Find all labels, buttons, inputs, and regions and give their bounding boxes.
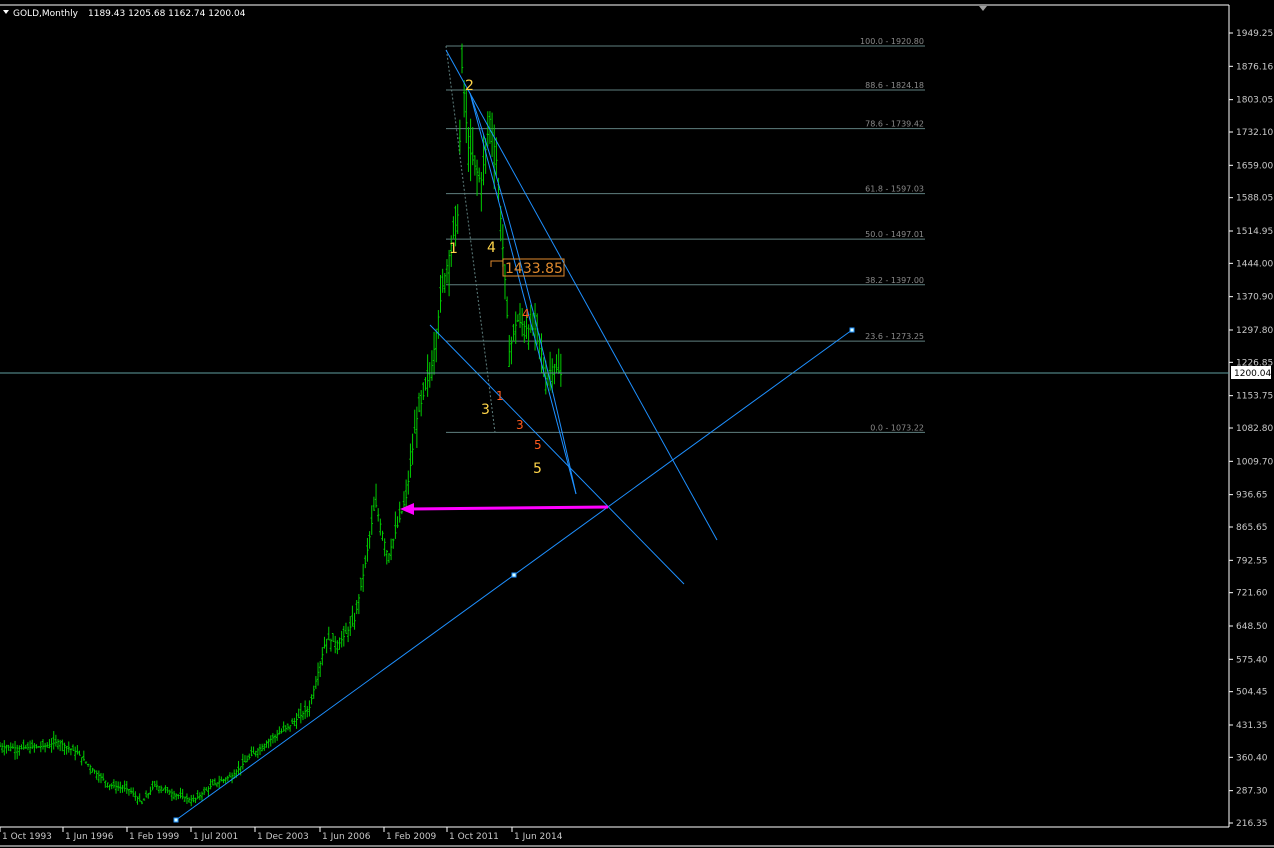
trendline-anchor-point[interactable]: [173, 817, 179, 823]
wave-minor-label: 5: [534, 438, 542, 452]
x-tick-label: 1 Dec 2003: [257, 832, 309, 842]
y-tick-label: 287.30: [1236, 787, 1268, 797]
wave-minor-label: 4: [522, 307, 530, 321]
x-tick-label: 1 Oct 2011: [449, 832, 499, 842]
symbol-timeframe: GOLD,Monthly: [13, 9, 79, 19]
y-tick-label: 1876.16: [1236, 62, 1273, 72]
x-tick-label: 1 Jun 2014: [514, 832, 563, 842]
gold-monthly-chart[interactable]: GOLD,Monthly 1189.43 1205.68 1162.74 120…: [0, 0, 1274, 848]
wave-major-label: 4: [487, 240, 496, 256]
fib-level-label: 38.2 - 1397.00: [865, 276, 924, 285]
y-tick-label: 504.45: [1236, 688, 1268, 698]
y-tick-label: 1949.25: [1236, 29, 1273, 39]
x-tick-label: 1 Jul 2001: [193, 832, 238, 842]
y-tick-label: 936.65: [1236, 491, 1268, 501]
fib-level-label: 88.6 - 1824.18: [865, 81, 924, 90]
price-tag-label: 1433.85: [505, 261, 563, 277]
y-tick-label: 792.55: [1236, 556, 1268, 566]
y-tick-label: 1659.00: [1236, 161, 1273, 171]
y-tick-label: 865.65: [1236, 523, 1268, 533]
wave-major-label: 3: [481, 402, 490, 418]
wave-major-label: 1: [449, 241, 458, 257]
fib-level-label: 0.0 - 1073.22: [870, 423, 924, 432]
y-tick-label: 1082.80: [1236, 424, 1273, 434]
y-tick-label: 1153.75: [1236, 392, 1273, 402]
x-tick-label: 1 Oct 1993: [2, 832, 52, 842]
wave-major-label: 2: [465, 78, 474, 94]
chart-header: GOLD,Monthly 1189.43 1205.68 1162.74 120…: [3, 9, 246, 19]
y-tick-label: 1009.70: [1236, 457, 1273, 467]
x-tick-label: 1 Jun 1996: [65, 832, 114, 842]
y-tick-label: 1226.85: [1236, 358, 1273, 368]
y-tick-label: 360.40: [1236, 753, 1268, 763]
wave-major-label: 5: [533, 461, 542, 477]
x-tick-label: 1 Feb 2009: [386, 832, 437, 842]
current-price-label: 1200.04: [1234, 369, 1271, 379]
y-tick-label: 1444.00: [1236, 259, 1273, 269]
fib-level-label: 78.6 - 1739.42: [865, 120, 924, 129]
fib-level-label: 50.0 - 1497.01: [865, 230, 924, 239]
y-tick-label: 1732.10: [1236, 128, 1273, 138]
trendline-anchor-point[interactable]: [511, 572, 517, 578]
x-tick-label: 1 Feb 1999: [129, 832, 180, 842]
y-tick-label: 721.60: [1236, 589, 1268, 599]
y-tick-label: 575.40: [1236, 655, 1268, 665]
y-tick-label: 1514.95: [1236, 227, 1273, 237]
y-tick-label: 216.35: [1236, 819, 1268, 829]
magenta-arrow-shaft[interactable]: [409, 505, 609, 511]
x-tick-label: 1 Jun 2006: [322, 832, 371, 842]
fib-level-label: 23.6 - 1273.25: [865, 332, 924, 341]
wave-minor-label: 1: [496, 389, 504, 403]
fib-level-label: 100.0 - 1920.80: [860, 37, 924, 46]
wave-minor-label: 3: [516, 418, 524, 432]
y-tick-label: 431.35: [1236, 721, 1268, 731]
trendline-anchor-point[interactable]: [849, 327, 855, 333]
fib-level-label: 61.8 - 1597.03: [865, 185, 924, 194]
y-tick-label: 1370.90: [1236, 293, 1273, 303]
ohlc-values: 1189.43 1205.68 1162.74 1200.04: [88, 9, 246, 19]
y-tick-label: 1588.05: [1236, 194, 1273, 204]
y-tick-label: 648.50: [1236, 622, 1268, 632]
y-tick-label: 1297.80: [1236, 326, 1273, 336]
y-tick-label: 1803.05: [1236, 96, 1273, 106]
